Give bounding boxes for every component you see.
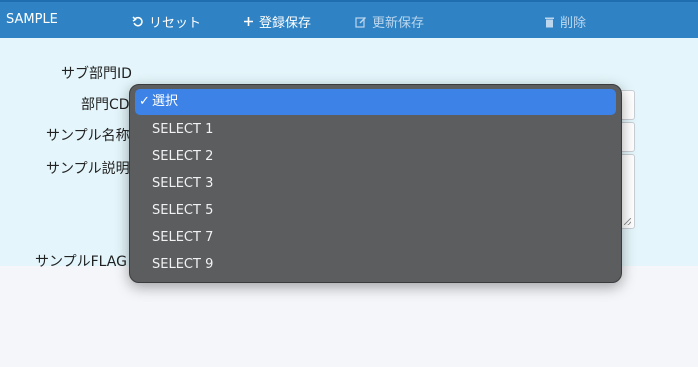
sample-name-label: サンプル名称 [46,128,130,144]
dropdown-option-label: 選択 [152,94,179,109]
dept-cd-label: 部門CD [81,97,130,113]
plus-icon [243,16,254,27]
save-button[interactable]: 登録保存 [243,12,311,31]
app-brand: SAMPLE [6,12,58,27]
dropdown-option[interactable]: SELECT 5 [135,198,616,224]
delete-button-label: 削除 [560,16,587,31]
sample-desc-label: サンプル説明 [46,161,130,177]
dropdown-option-label: SELECT 1 [152,122,214,137]
dept-cd-dropdown-menu[interactable]: ✓ 選択 SELECT 1 SELECT 2 SELECT 3 SELECT 5… [129,84,622,283]
dropdown-option[interactable]: SELECT 2 [135,144,616,170]
dropdown-option-label: SELECT 5 [152,203,214,218]
save-button-label: 登録保存 [259,16,312,31]
sub-dept-id-label: サブ部門ID [61,66,132,82]
reset-button[interactable]: リセット [132,12,201,31]
edit-icon [355,16,367,28]
dropdown-option-label: SELECT 3 [152,176,214,191]
resize-grip-icon[interactable] [624,218,631,225]
update-button-label: 更新保存 [372,16,425,31]
toolbar: SAMPLE リセット 登録保存 更新保存 削除 [0,0,698,38]
reset-icon [132,15,144,28]
trash-icon [544,16,555,28]
dropdown-option[interactable]: SELECT 7 [135,225,616,251]
dropdown-option[interactable]: SELECT 9 [135,252,616,278]
sample-flag-label: サンプルFLAG [35,254,127,270]
dropdown-option-label: SELECT 7 [152,230,214,245]
dropdown-option-label: SELECT 9 [152,257,214,272]
checkmark-icon: ✓ [139,94,150,109]
delete-button[interactable]: 削除 [544,12,586,31]
dropdown-option-label: SELECT 2 [152,149,214,164]
dropdown-option[interactable]: SELECT 1 [135,117,616,143]
reset-button-label: リセット [149,16,202,31]
dropdown-option[interactable]: SELECT 3 [135,171,616,197]
dropdown-option[interactable]: ✓ 選択 [135,89,616,115]
update-button[interactable]: 更新保存 [355,12,424,31]
